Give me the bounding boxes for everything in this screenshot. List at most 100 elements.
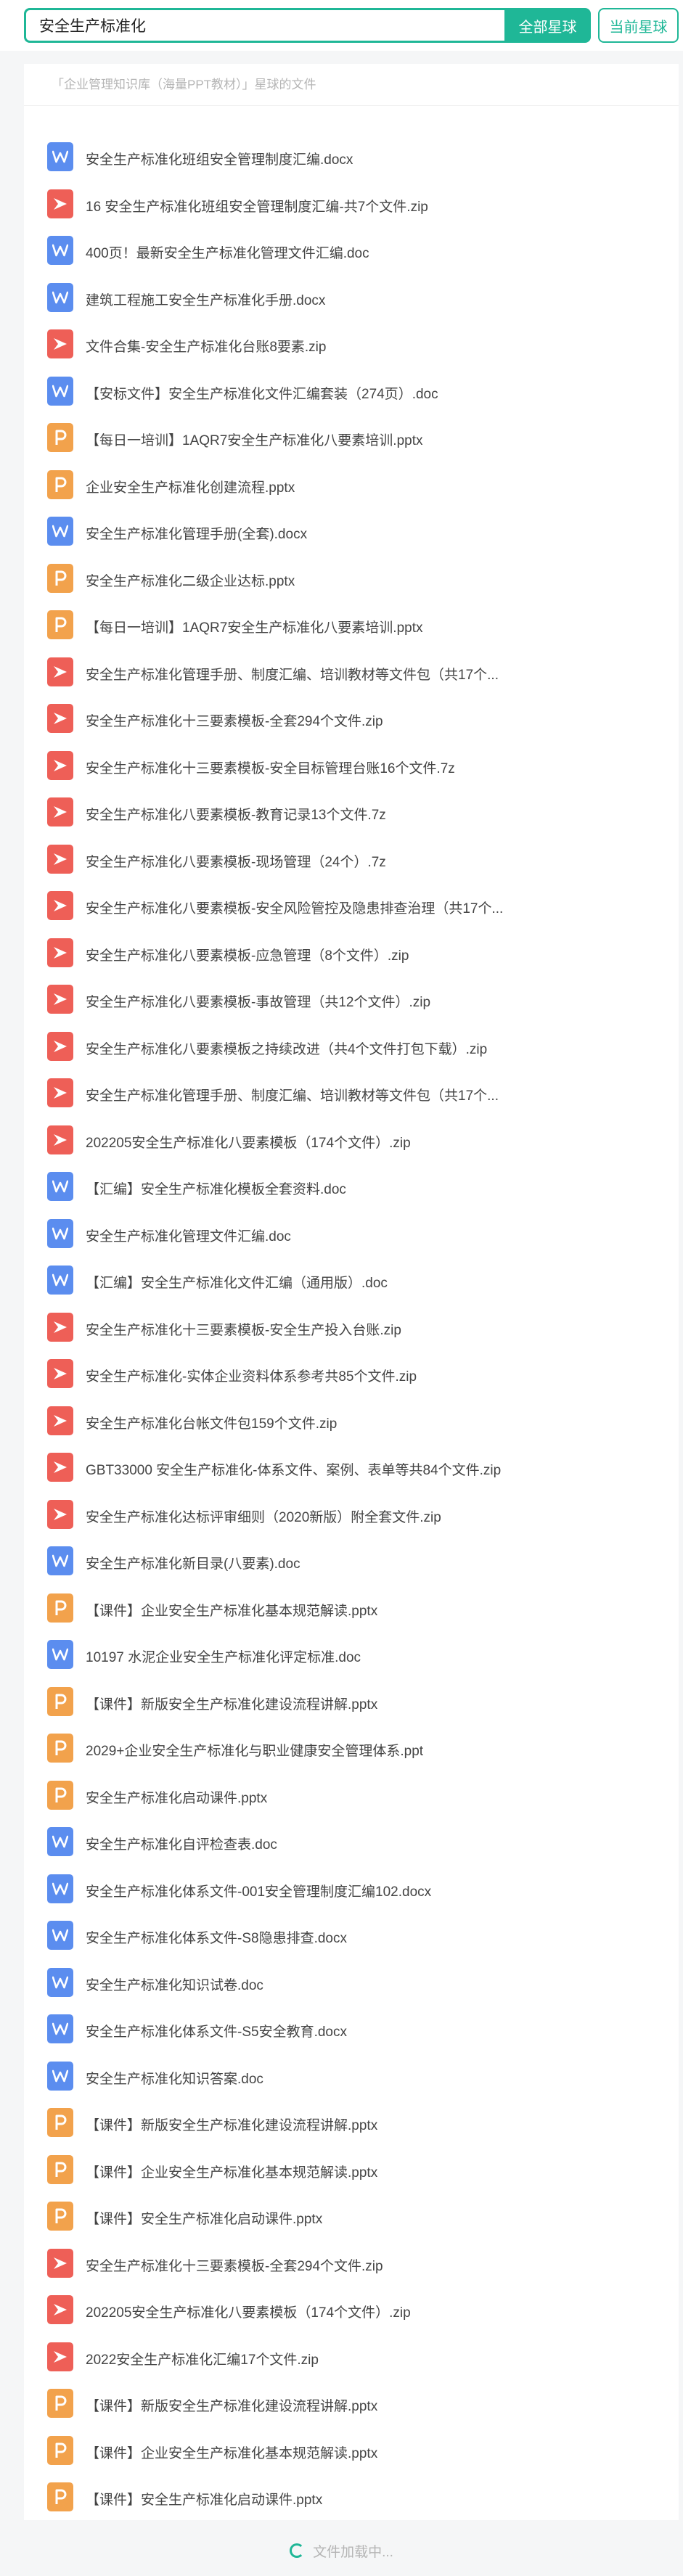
- file-item[interactable]: 安全生产标准化知识答案.doc: [24, 2052, 679, 2099]
- file-item[interactable]: 【汇编】安全生产标准化文件汇编（通用版）.doc: [24, 1256, 679, 1303]
- loading-indicator: 文件加载中...: [0, 2532, 683, 2569]
- file-name: 安全生产标准化十三要素模板-全套294个文件.zip: [86, 714, 383, 729]
- file-item[interactable]: 安全生产标准化新目录(八要素).doc: [24, 1537, 679, 1584]
- file-name: 安全生产标准化自评检查表.doc: [86, 1837, 277, 1853]
- ppt-icon: [47, 2482, 73, 2511]
- word-icon: [47, 1874, 73, 1903]
- file-item[interactable]: 10197 水泥企业安全生产标准化评定标准.doc: [24, 1630, 679, 1678]
- word-icon: [47, 1967, 73, 1997]
- file-item[interactable]: 【每日一培训】1AQR7安全生产标准化八要素培训.pptx: [24, 414, 679, 461]
- file-name: 安全生产标准化体系文件-001安全管理制度汇编102.docx: [86, 1884, 432, 1900]
- file-name: 【课件】新版安全生产标准化建设流程讲解.pptx: [86, 2118, 378, 2133]
- file-name: 【课件】安全生产标准化启动课件.pptx: [86, 2493, 323, 2508]
- file-item[interactable]: 安全生产标准化十三要素模板-全套294个文件.zip: [24, 694, 679, 742]
- file-item[interactable]: 【汇编】安全生产标准化模板全套资料.doc: [24, 1162, 679, 1210]
- file-item[interactable]: 2022安全生产标准化汇编17个文件.zip: [24, 2333, 679, 2380]
- file-item[interactable]: 【课件】企业安全生产标准化基本规范解读.pptx: [24, 2427, 679, 2474]
- file-name: 安全生产标准化十三要素模板-安全目标管理台账16个文件.7z: [86, 760, 455, 776]
- word-icon: [47, 1921, 73, 1950]
- file-name: 2029+企业安全生产标准化与职业健康安全管理体系.ppt: [86, 1744, 424, 1759]
- file-name: 安全生产标准化八要素模板-事故管理（共12个文件）.zip: [86, 995, 431, 1010]
- file-name: 【每日一培训】1AQR7安全生产标准化八要素培训.pptx: [86, 620, 423, 636]
- file-item[interactable]: 安全生产标准化八要素模板-教育记录13个文件.7z: [24, 788, 679, 835]
- file-item[interactable]: 安全生产标准化管理文件汇编.doc: [24, 1210, 679, 1257]
- word-icon: [47, 517, 73, 546]
- file-item[interactable]: 安全生产标准化-实体企业资料体系参考共85个文件.zip: [24, 1350, 679, 1397]
- file-item[interactable]: 16 安全生产标准化班组安全管理制度汇编-共7个文件.zip: [24, 180, 679, 227]
- file-item[interactable]: 安全生产标准化十三要素模板-全套294个文件.zip: [24, 2239, 679, 2286]
- file-item[interactable]: 安全生产标准化八要素模板-现场管理（24个）.7z: [24, 835, 679, 882]
- file-item[interactable]: 202205安全生产标准化八要素模板（174个文件）.zip: [24, 1116, 679, 1163]
- file-item[interactable]: 安全生产标准化管理手册、制度汇编、培训教材等文件包（共17个...: [24, 648, 679, 695]
- ppt-icon: [47, 2435, 73, 2465]
- file-item[interactable]: 安全生产标准化八要素模板之持续改进（共4个文件打包下载）.zip: [24, 1022, 679, 1070]
- file-item[interactable]: GBT33000 安全生产标准化-体系文件、案例、表单等共84个文件.zip: [24, 1443, 679, 1490]
- file-name: 【课件】企业安全生产标准化基本规范解读.pptx: [86, 1603, 378, 1619]
- search-all-planets-button[interactable]: 全部星球: [504, 8, 591, 43]
- file-item[interactable]: 文件合集-安全生产标准化台账8要素.zip: [24, 320, 679, 367]
- ppt-icon: [47, 469, 73, 499]
- ppt-icon: [47, 1686, 73, 1716]
- file-name: 202205安全生产标准化八要素模板（174个文件）.zip: [86, 2305, 411, 2321]
- zip-icon: [47, 1312, 73, 1342]
- search-scope-label: 「企业管理知识库（海量PPT教材）」星球的文件: [52, 78, 316, 91]
- file-item[interactable]: 安全生产标准化体系文件-001安全管理制度汇编102.docx: [24, 1865, 679, 1912]
- file-name: 【汇编】安全生产标准化文件汇编（通用版）.doc: [86, 1276, 388, 1291]
- file-name: 安全生产标准化管理文件汇编.doc: [86, 1228, 291, 1244]
- search-bar: 全部星球 当前星球: [0, 0, 683, 51]
- file-item[interactable]: 安全生产标准化达标评审细则（2020新版）附全套文件.zip: [24, 1490, 679, 1538]
- file-item[interactable]: 安全生产标准化体系文件-S5安全教育.docx: [24, 2005, 679, 2052]
- file-item[interactable]: 202205安全生产标准化八要素模板（174个文件）.zip: [24, 2286, 679, 2333]
- file-item[interactable]: 安全生产标准化体系文件-S8隐患排查.docx: [24, 1911, 679, 1958]
- file-name: 【每日一培训】1AQR7安全生产标准化八要素培训.pptx: [86, 433, 423, 448]
- file-name: 安全生产标准化十三要素模板-全套294个文件.zip: [86, 2258, 383, 2274]
- file-item[interactable]: 【课件】安全生产标准化启动课件.pptx: [24, 2473, 679, 2520]
- file-item[interactable]: 【课件】新版安全生产标准化建设流程讲解.pptx: [24, 2099, 679, 2146]
- zip-icon: [47, 844, 73, 874]
- zip-icon: [47, 1453, 73, 1482]
- file-item[interactable]: 400页！最新安全生产标准化管理文件汇编.doc: [24, 226, 679, 274]
- ppt-icon: [47, 423, 73, 452]
- word-icon: [47, 376, 73, 406]
- file-item[interactable]: 【课件】新版安全生产标准化建设流程讲解.pptx: [24, 2379, 679, 2427]
- file-name: 安全生产标准化八要素模板-安全风险管控及隐患排查治理（共17个...: [86, 901, 504, 916]
- file-name: 安全生产标准化启动课件.pptx: [86, 1790, 268, 1806]
- file-item[interactable]: 2029+企业安全生产标准化与职业健康安全管理体系.ppt: [24, 1724, 679, 1771]
- file-item[interactable]: 安全生产标准化启动课件.pptx: [24, 1771, 679, 1818]
- loading-text: 文件加载中...: [313, 2544, 393, 2560]
- file-item[interactable]: 安全生产标准化自评检查表.doc: [24, 1818, 679, 1865]
- file-item[interactable]: 企业安全生产标准化创建流程.pptx: [24, 461, 679, 508]
- file-item[interactable]: 安全生产标准化知识试卷.doc: [24, 1958, 679, 2006]
- file-item[interactable]: 安全生产标准化班组安全管理制度汇编.docx: [24, 133, 679, 180]
- file-name: 【课件】企业安全生产标准化基本规范解读.pptx: [86, 2165, 378, 2181]
- file-item[interactable]: 【每日一培训】1AQR7安全生产标准化八要素培训.pptx: [24, 601, 679, 648]
- file-name: 10197 水泥企业安全生产标准化评定标准.doc: [86, 1650, 361, 1665]
- divider: [24, 105, 679, 106]
- zip-icon: [47, 1078, 73, 1107]
- file-item[interactable]: 【课件】安全生产标准化启动课件.pptx: [24, 2192, 679, 2239]
- file-item[interactable]: 安全生产标准化八要素模板-安全风险管控及隐患排查治理（共17个...: [24, 882, 679, 929]
- file-item[interactable]: 安全生产标准化管理手册、制度汇编、培训教材等文件包（共17个...: [24, 1069, 679, 1116]
- file-name: 安全生产标准化八要素模板之持续改进（共4个文件打包下载）.zip: [86, 1041, 488, 1057]
- file-item[interactable]: 建筑工程施工安全生产标准化手册.docx: [24, 274, 679, 321]
- file-item[interactable]: 【课件】新版安全生产标准化建设流程讲解.pptx: [24, 1678, 679, 1725]
- search-input[interactable]: [24, 8, 504, 43]
- file-item[interactable]: 安全生产标准化八要素模板-应急管理（8个文件）.zip: [24, 929, 679, 976]
- file-item[interactable]: 【课件】企业安全生产标准化基本规范解读.pptx: [24, 1584, 679, 1631]
- file-item[interactable]: 安全生产标准化十三要素模板-安全生产投入台账.zip: [24, 1303, 679, 1350]
- ppt-icon: [47, 610, 73, 639]
- file-item[interactable]: 【课件】企业安全生产标准化基本规范解读.pptx: [24, 2146, 679, 2193]
- file-item[interactable]: 【安标文件】安全生产标准化文件汇编套装（274页）.doc: [24, 367, 679, 414]
- file-item[interactable]: 安全生产标准化八要素模板-事故管理（共12个文件）.zip: [24, 975, 679, 1022]
- file-item[interactable]: 安全生产标准化管理手册(全套).docx: [24, 507, 679, 554]
- file-name: 企业安全生产标准化创建流程.pptx: [86, 480, 295, 496]
- file-name: 【汇编】安全生产标准化模板全套资料.doc: [86, 1182, 346, 1197]
- zip-icon: [47, 657, 73, 686]
- file-item[interactable]: 安全生产标准化十三要素模板-安全目标管理台账16个文件.7z: [24, 742, 679, 789]
- file-item[interactable]: 安全生产标准化二级企业达标.pptx: [24, 554, 679, 602]
- zip-icon: [47, 985, 73, 1014]
- file-item[interactable]: 安全生产标准化台帐文件包159个文件.zip: [24, 1397, 679, 1444]
- word-icon: [47, 1172, 73, 1201]
- search-current-planet-button[interactable]: 当前星球: [598, 8, 679, 43]
- results-panel: 「企业管理知识库（海量PPT教材）」星球的文件 安全生产标准化班组安全管理制度汇…: [24, 64, 679, 2520]
